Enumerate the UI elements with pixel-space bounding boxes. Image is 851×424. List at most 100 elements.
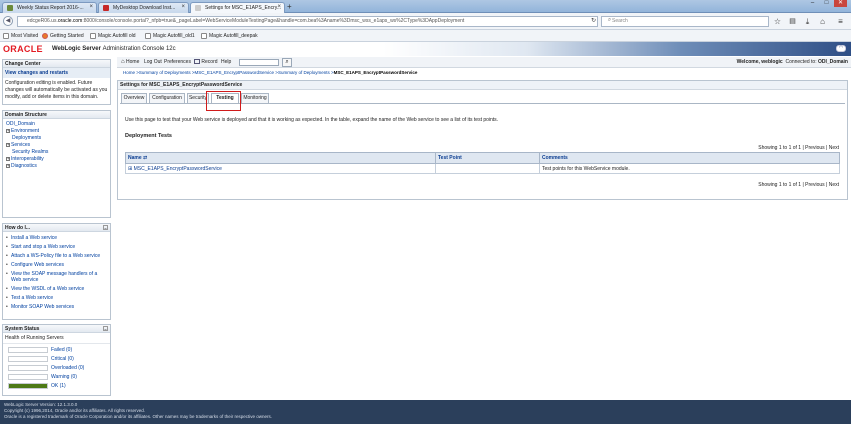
tree-item-label[interactable]: Services xyxy=(11,142,30,148)
search-icon: ⌕ xyxy=(607,17,612,23)
home-icon[interactable]: ⌂ xyxy=(818,17,827,26)
console-search-input[interactable] xyxy=(239,59,279,66)
collapse-icon[interactable]: – xyxy=(103,326,108,331)
health-row-critical: Critical (0) xyxy=(6,355,107,364)
page-title: Settings for MSC_E1APS_EncryptPasswordSe… xyxy=(118,81,847,90)
settings-panel: Settings for MSC_E1APS_EncryptPasswordSe… xyxy=(117,80,848,200)
breadcrumb-trail[interactable]: Home >Summary of Deployments >MSC_E1APS_… xyxy=(123,70,334,75)
next-link[interactable]: Next xyxy=(829,145,839,151)
health-label[interactable]: Warning (0) xyxy=(51,374,77,380)
browser-search-input[interactable]: Search xyxy=(601,16,769,27)
bookmark-label: Magic Autofill_deepak xyxy=(209,33,258,39)
expand-icon[interactable]: + xyxy=(6,142,10,147)
health-label[interactable]: Critical (0) xyxy=(51,356,74,362)
previous-link[interactable]: Previous xyxy=(805,182,824,188)
close-tab-icon[interactable]: × xyxy=(89,4,93,10)
url-domain: oracle.com xyxy=(57,18,83,24)
console-footer: WebLogic Server Version: 12.1.3.0.0 Copy… xyxy=(0,400,851,424)
bookmark-getting-started[interactable]: Getting Started xyxy=(42,32,84,40)
bookmark-most-visited[interactable]: Most Visited xyxy=(3,32,38,40)
new-tab-button[interactable]: + xyxy=(287,2,292,11)
how-do-i-link[interactable]: Install a Web service xyxy=(6,235,107,241)
tree-item-security-realms[interactable]: Security Realms xyxy=(6,149,107,156)
tree-item-environment[interactable]: + Environment xyxy=(6,128,107,135)
how-do-i-link[interactable]: Monitor SOAP Web services xyxy=(6,304,107,310)
view-changes-link[interactable]: View changes and restarts xyxy=(3,68,110,78)
tree-item-label[interactable]: Interoperability xyxy=(11,156,44,162)
collapse-icon[interactable]: – xyxy=(103,225,108,230)
back-button[interactable]: ◀ xyxy=(3,16,13,26)
domain-structure-title: Domain Structure xyxy=(3,111,110,119)
how-do-i-link[interactable]: Test a Web service xyxy=(6,295,107,301)
bookmark-label: Magic Autofill old xyxy=(98,33,136,39)
expand-icon[interactable]: + xyxy=(6,163,10,168)
tree-item-diagnostics[interactable]: + Diagnostics xyxy=(6,163,107,170)
bookmark-magic-autofill-old1[interactable]: Magic Autofill_old1 xyxy=(145,32,195,40)
health-label[interactable]: Failed (0) xyxy=(51,347,72,353)
breadcrumb-current: MSC_E1APS_EncryptPasswordService xyxy=(333,70,418,75)
tree-item-deployments[interactable]: Deployments xyxy=(6,135,107,142)
reload-icon[interactable]: ↻ xyxy=(589,17,598,26)
tree-item-label[interactable]: Deployments xyxy=(12,135,41,141)
how-do-i-link[interactable]: View the WSDL of a Web service xyxy=(6,286,107,292)
bookmark-page-icon xyxy=(90,32,96,39)
bookmark-magic-autofill-old[interactable]: Magic Autofill old xyxy=(90,32,136,40)
breadcrumb: Home >Summary of Deployments >MSC_E1APS_… xyxy=(123,70,417,75)
tab-monitoring[interactable]: Monitoring xyxy=(241,93,269,103)
how-do-i-link[interactable]: Attach a WS-Policy file to a Web service xyxy=(6,253,107,259)
health-row-overloaded: Overloaded (0) xyxy=(6,364,107,373)
oracle-badge-icon: ◠ xyxy=(836,45,846,52)
bookmark-star-icon[interactable]: ☆ xyxy=(773,17,782,26)
browser-tab-mydesktop[interactable]: MyDesktop Download Inst... × xyxy=(98,2,189,13)
maximize-window-button[interactable]: □ xyxy=(820,0,833,7)
tree-item-services[interactable]: + Services xyxy=(6,142,107,149)
bookmark-page-icon xyxy=(201,32,207,39)
tree-item-label[interactable]: Diagnostics xyxy=(11,163,37,169)
row-name-link[interactable]: ⊞ MSC_E1APS_EncryptPasswordService xyxy=(125,163,436,174)
system-status-title: System Status – xyxy=(3,325,110,333)
previous-link[interactable]: Previous xyxy=(805,145,824,151)
health-list: Failed (0) Critical (0) Overloaded (0) W… xyxy=(3,344,110,393)
browser-tab-settings[interactable]: Settings for MSC_E1APS_Encry... × xyxy=(190,2,285,13)
how-do-i-link[interactable]: View the SOAP message handlers of a Web … xyxy=(6,271,107,283)
tree-item-interoperability[interactable]: + Interoperability xyxy=(6,156,107,163)
close-window-button[interactable]: ✕ xyxy=(834,0,847,7)
highlight-box xyxy=(206,91,241,111)
next-link[interactable]: Next xyxy=(829,182,839,188)
how-do-i-link[interactable]: Start and stop a Web service xyxy=(6,244,107,250)
download-icon[interactable]: ⤓ xyxy=(803,17,812,26)
health-label[interactable]: Overloaded (0) xyxy=(51,365,84,371)
tree-item-label[interactable]: Security Realms xyxy=(12,149,48,155)
browser-tab-weekly-status[interactable]: Weekly Status Report 2016-... × xyxy=(2,2,97,13)
health-label[interactable]: OK (1) xyxy=(51,383,66,389)
health-title: Health of Running Servers xyxy=(3,333,110,344)
menu-icon[interactable]: ≡ xyxy=(836,17,845,26)
close-tab-icon[interactable]: × xyxy=(181,4,185,10)
help-link[interactable]: Help xyxy=(221,59,231,66)
record-link[interactable]: Record xyxy=(194,59,218,66)
how-do-i-title-text: How do I... xyxy=(5,225,30,231)
pager-sep: | xyxy=(802,145,804,151)
tree-item-label[interactable]: Environment xyxy=(11,128,39,134)
bookmark-label: Getting Started xyxy=(50,33,84,39)
tab-configuration[interactable]: Configuration xyxy=(149,93,185,103)
health-bar xyxy=(8,356,48,362)
close-tab-icon[interactable]: × xyxy=(277,4,281,10)
preferences-link[interactable]: Preferences xyxy=(164,59,191,66)
column-header-name[interactable]: Name ⇄ xyxy=(125,152,436,164)
how-do-i-link[interactable]: Configure Web services xyxy=(6,262,107,268)
url-bar[interactable]: edcgeR06.us.oracle.com:8000/console/cons… xyxy=(17,16,598,27)
bookmark-magic-autofill-deepak[interactable]: Magic Autofill_deepak xyxy=(201,32,258,40)
tab-overview[interactable]: Overview xyxy=(121,93,147,103)
pager-sep: | xyxy=(802,182,804,188)
row-comments: Test points for this WebService module. xyxy=(539,163,840,174)
bookmarks-menu-icon[interactable]: ▤ xyxy=(788,17,797,26)
home-link[interactable]: ⌂ Home xyxy=(121,59,139,66)
minimize-window-button[interactable]: – xyxy=(806,0,819,7)
expand-icon[interactable]: + xyxy=(6,128,10,133)
logout-link[interactable]: Log Out xyxy=(144,59,162,66)
tree-root-odi-domain[interactable]: ODI_Domain xyxy=(6,121,107,128)
expand-icon[interactable]: + xyxy=(6,156,10,161)
console-search-button[interactable]: ⌕ xyxy=(282,58,292,67)
pager-sep: | xyxy=(826,182,828,188)
